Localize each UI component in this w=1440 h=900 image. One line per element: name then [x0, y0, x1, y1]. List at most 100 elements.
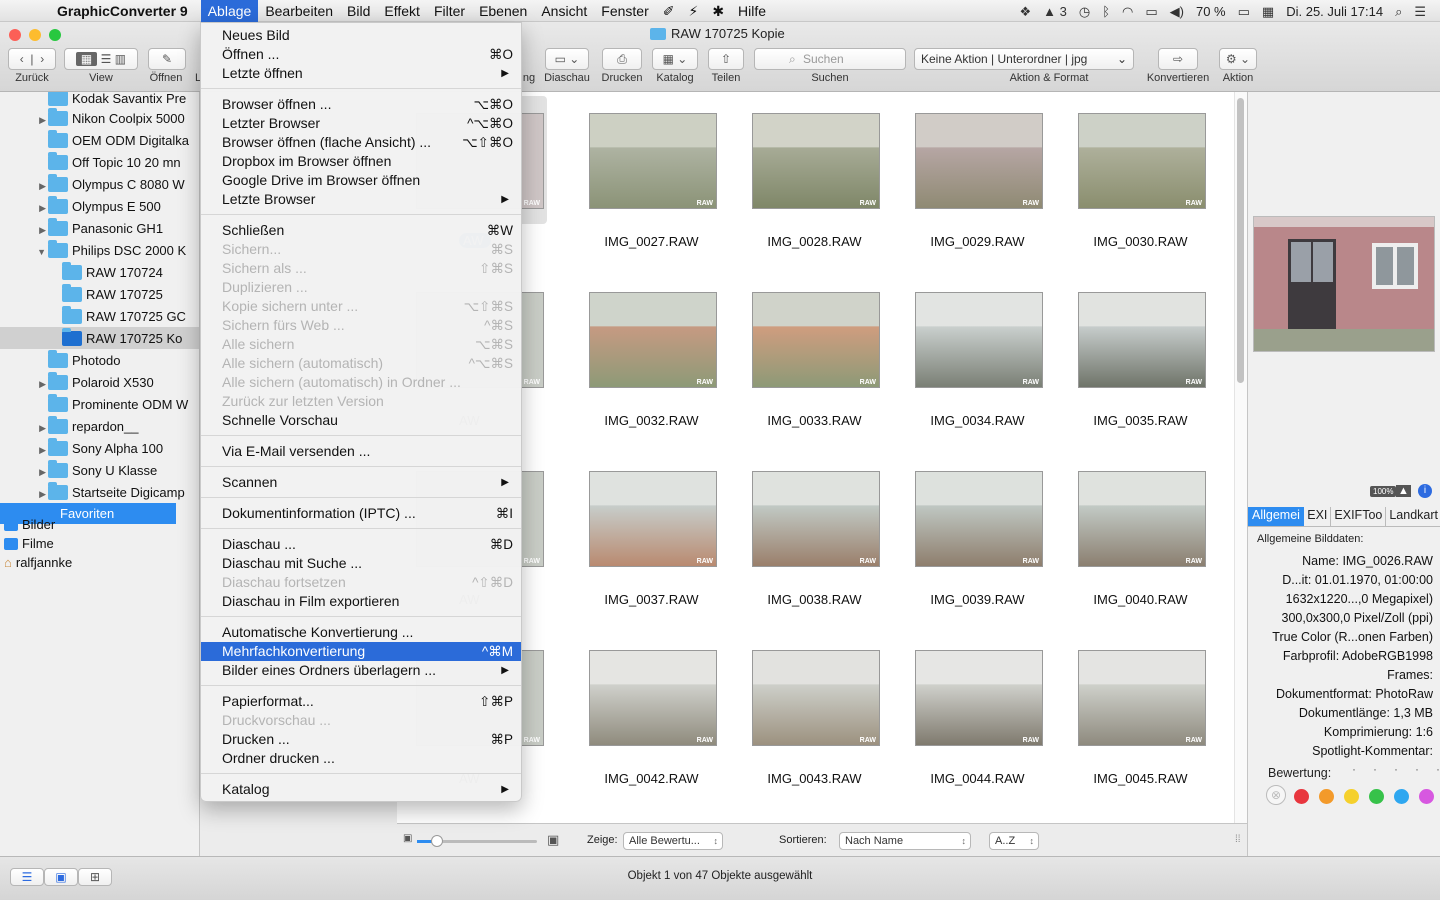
thumbnail-item[interactable]: RAW IMG_0038.RAW [723, 450, 886, 629]
yellow-label-dot[interactable] [1344, 789, 1359, 804]
open-button[interactable]: ✎ [148, 48, 186, 70]
menu-item[interactable]: Drucken ... ⌘P [201, 730, 521, 749]
disclosure-icon[interactable]: ▶ [39, 181, 46, 191]
menu-item[interactable]: Schnelle Vorschau [201, 411, 521, 430]
thumb-size-slider[interactable] [417, 835, 537, 847]
menu-bearbeiten[interactable]: Bearbeiten [258, 0, 340, 22]
disclosure-icon[interactable]: ▶ [39, 225, 46, 235]
clear-label-button[interactable]: ⊗ [1266, 785, 1286, 805]
disclosure-icon[interactable]: ▶ [39, 379, 46, 389]
sidebar-folder[interactable]: RAW 170725 Ko [0, 327, 199, 349]
menu-item[interactable]: Letzte öffnen ▶ [201, 64, 521, 83]
sidebar-folder[interactable]: ▶ Sony Alpha 100 [0, 437, 199, 459]
menu-item[interactable]: Neues Bild [201, 26, 521, 45]
zoom-window-button[interactable] [49, 29, 61, 41]
sidebar-folder[interactable]: ▶ repardon__ [0, 415, 199, 437]
spotlight-icon[interactable]: ⌕ [1395, 5, 1402, 18]
catalog-button[interactable]: ▦ ⌄ [652, 48, 698, 70]
wifi-icon[interactable]: ◠ [1122, 5, 1133, 18]
disclosure-icon[interactable]: ▼ [37, 247, 46, 257]
menu-ebenen[interactable]: Ebenen [472, 0, 534, 22]
menu-item[interactable]: Diaschau mit Suche ... [201, 554, 521, 573]
share-button[interactable]: ⇧ [708, 48, 744, 70]
action-button[interactable]: ⚙ ⌄ [1219, 48, 1257, 70]
menu-bild[interactable]: Bild [340, 0, 377, 22]
red-label-dot[interactable] [1294, 789, 1309, 804]
resize-grip-icon[interactable]: ⁞⁞ [1235, 834, 1241, 845]
sidebar-folder[interactable]: ▶ Panasonic GH1 [0, 217, 199, 239]
thumbnail-item[interactable]: RAW IMG_0032.RAW [560, 271, 723, 450]
sidebar-folder[interactable]: RAW 170725 GC [0, 305, 199, 327]
clock[interactable]: Di. 25. Juli 17:14 [1286, 4, 1383, 19]
thumbnail-item[interactable]: RAW IMG_0044.RAW [886, 629, 1049, 808]
sidebar-folder[interactable]: RAW 170725 [0, 283, 199, 305]
close-window-button[interactable] [9, 29, 21, 41]
disclosure-icon[interactable]: ▶ [39, 115, 46, 125]
disclosure-icon[interactable]: ▶ [39, 489, 46, 499]
favorite-bilder[interactable]: Bilder [4, 515, 55, 534]
menu-effekt[interactable]: Effekt [377, 0, 427, 22]
sidebar-folder[interactable]: ▶ Olympus E 500 [0, 195, 199, 217]
menu-item[interactable]: Diaschau ... ⌘D [201, 535, 521, 554]
time-machine-icon[interactable]: ◷ [1079, 5, 1090, 18]
menu-item[interactable]: Dropbox im Browser öffnen [201, 152, 521, 171]
thumbnail-item[interactable]: RAW IMG_0039.RAW [886, 450, 1049, 629]
view-segmented-control[interactable]: ▦ ☰ ▥ [64, 48, 138, 70]
list-view-icon[interactable]: ☰ [101, 52, 112, 66]
sidebar-folder[interactable]: RAW 170724 [0, 261, 199, 283]
action-format-select[interactable]: Keine Aktion | Unterordner | jpg ⌄ [914, 48, 1134, 70]
sidebar-folder[interactable]: Prominente ODM W [0, 393, 199, 415]
sidebar-folder[interactable]: Photodo [0, 349, 199, 371]
rating-stars[interactable]: ····· [1352, 762, 1440, 776]
menu-item[interactable]: Via E-Mail versenden ... [201, 442, 521, 461]
grid-view-icon[interactable]: ▦ [75, 52, 98, 66]
battery-icon[interactable]: ▭ [1238, 5, 1250, 18]
sidebar-folder[interactable]: ▶ Nikon Coolpix 5000 [0, 107, 199, 129]
filmstrip-view-icon[interactable]: ▥ [115, 52, 126, 66]
thumb-size-knob[interactable] [431, 835, 443, 847]
convert-button[interactable]: ⇨ [1158, 48, 1198, 70]
sidebar-folder[interactable]: ▶ Polaroid X530 [0, 371, 199, 393]
thumbnail-item[interactable]: RAW IMG_0043.RAW [723, 629, 886, 808]
script-icon[interactable]: ✐ [656, 0, 682, 22]
thumbnail-item[interactable]: RAW IMG_0030.RAW [1049, 92, 1212, 271]
thumbnail-item[interactable]: RAW IMG_0037.RAW [560, 450, 723, 629]
menu-item[interactable]: Google Drive im Browser öffnen [201, 171, 521, 190]
slideshow-button[interactable]: ▭ ⌄ [545, 48, 589, 70]
menu-ansicht[interactable]: Ansicht [534, 0, 594, 22]
sidebar-folder[interactable]: Off Topic 10 20 mn [0, 151, 199, 173]
notification-icon[interactable]: ☰ [1414, 5, 1426, 18]
sidebar-folder[interactable]: ▶ Startseite Digicamp [0, 481, 199, 503]
rating-filter-select[interactable]: Alle Bewertu... [623, 832, 723, 850]
menu-item[interactable]: Katalog ▶ [201, 780, 521, 799]
airplay-icon[interactable]: ▭ [1145, 5, 1157, 18]
image-icon[interactable]: ▲ [1396, 485, 1411, 497]
menu-item[interactable]: Papierformat... ⇧⌘P [201, 692, 521, 711]
menu-item[interactable]: Letzter Browser ^⌥⌘O [201, 114, 521, 133]
thumbnail-item[interactable]: RAW IMG_0045.RAW [1049, 629, 1212, 808]
menu-item[interactable]: Letzte Browser ▶ [201, 190, 521, 209]
disclosure-icon[interactable]: ▶ [39, 467, 46, 477]
disclosure-icon[interactable]: ▶ [39, 203, 46, 213]
orange-label-dot[interactable] [1319, 789, 1334, 804]
print-button[interactable]: ⎙ [602, 48, 642, 70]
disclosure-icon[interactable]: ▶ [39, 445, 46, 455]
adobe-icon[interactable]: ▲ 3 [1043, 5, 1067, 18]
dropbox-icon[interactable]: ❖ [1019, 5, 1031, 18]
thumbnail-item[interactable]: RAW IMG_0029.RAW [886, 92, 1049, 271]
menu-item[interactable]: Ordner drucken ... [201, 749, 521, 768]
gear-icon[interactable]: ✱ [705, 0, 731, 22]
purple-label-dot[interactable] [1419, 789, 1434, 804]
thumbnail-item[interactable]: RAW IMG_0042.RAW [560, 629, 723, 808]
sidebar-folder[interactable]: OEM ODM Digitalka [0, 129, 199, 151]
thumbnail-item[interactable]: RAW IMG_0034.RAW [886, 271, 1049, 450]
disclosure-icon[interactable]: ▶ [39, 423, 46, 433]
volume-icon[interactable]: ◀) [1170, 5, 1184, 18]
tab-landkarte[interactable]: Landkart [1386, 507, 1440, 526]
minimize-window-button[interactable] [29, 29, 41, 41]
menu-item[interactable]: Diaschau in Film exportieren [201, 592, 521, 611]
back-forward-button[interactable]: ‹ | › [8, 48, 56, 70]
sidebar-folder[interactable]: ▼ Philips DSC 2000 K [0, 239, 199, 261]
menu-item[interactable]: Bilder eines Ordners überlagern ... ▶ [201, 661, 521, 680]
flash-icon[interactable]: ⚡ [681, 0, 705, 22]
